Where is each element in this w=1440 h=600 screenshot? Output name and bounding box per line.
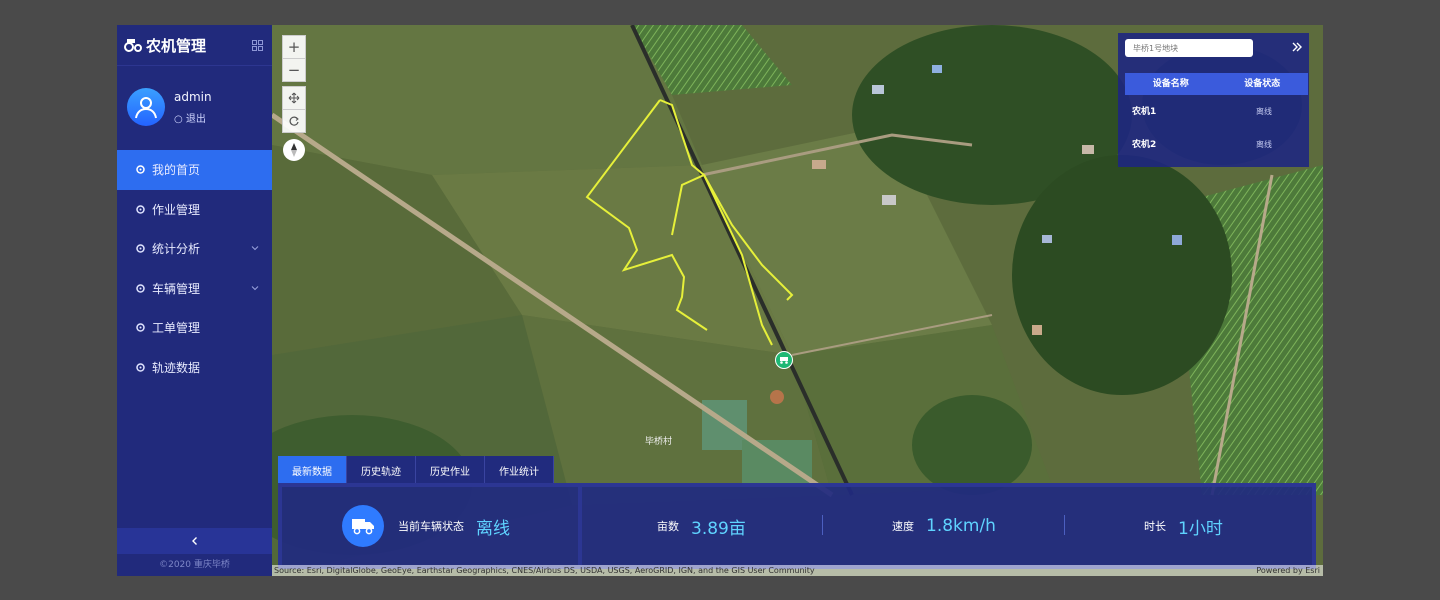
menu-item-vehicles[interactable]: 车辆管理 xyxy=(117,269,272,309)
device-table-header: 设备名称 设备状态 xyxy=(1125,73,1308,95)
rotate-button[interactable] xyxy=(282,109,306,133)
copyright: ©2020 重庆毕桥 xyxy=(159,560,230,570)
chevron-down-icon xyxy=(251,246,259,251)
tab-job-statistics[interactable]: 作业统计 xyxy=(485,456,554,484)
device-status: 离线 xyxy=(1256,107,1272,116)
status-segment: 当前车辆状态 离线 xyxy=(342,487,510,565)
tab-history-track[interactable]: 历史轨迹 xyxy=(347,456,416,484)
menu-item-track-data[interactable]: 轨迹数据 xyxy=(117,348,272,388)
duration-segment: 时长 1小时 xyxy=(1144,487,1223,565)
user-icon xyxy=(135,97,157,119)
chevron-down-icon xyxy=(251,285,259,290)
truck-icon xyxy=(342,505,384,547)
menu-item-jobs[interactable]: 作业管理 xyxy=(117,190,272,230)
tab-history-jobs[interactable]: 历史作业 xyxy=(416,456,485,484)
area-label: 亩数 xyxy=(657,520,679,533)
brand: 农机管理 xyxy=(117,25,272,66)
tractor-logo-icon xyxy=(124,39,142,52)
menu-item-statistics[interactable]: 统计分析 xyxy=(117,229,272,269)
sidebar: 农机管理 admin ○ 退出 我的首页 作业管理 统计分析 车辆管理 工单管理… xyxy=(117,25,272,576)
speed-segment: 速度 1.8km/h xyxy=(892,487,996,565)
grid-icon[interactable] xyxy=(252,40,263,51)
collapse-sidebar-button[interactable] xyxy=(117,528,272,554)
area-value: 3.89亩 xyxy=(691,518,746,539)
sidebar-menu: 我的首页 作业管理 统计分析 车辆管理 工单管理 轨迹数据 xyxy=(117,150,272,387)
menu-item-work-orders[interactable]: 工单管理 xyxy=(117,308,272,348)
divider xyxy=(1064,515,1065,535)
tab-latest-data[interactable]: 最新数据 xyxy=(278,456,347,484)
attribution-powered: Powered by Esri xyxy=(1256,566,1320,575)
chevron-left-icon xyxy=(191,537,197,545)
rotate-icon xyxy=(289,116,299,126)
vehicle-marker[interactable] xyxy=(775,351,793,369)
user-profile: admin ○ 退出 xyxy=(117,66,272,148)
username: admin xyxy=(174,89,212,104)
map-attribution: Source: Esri, DigitalGlobe, GeoEye, Eart… xyxy=(272,565,1323,576)
vehicle-info-bar: 当前车辆状态 离线 亩数 3.89亩 速度 1.8km/h 时长 1小时 xyxy=(278,483,1316,569)
double-chevron-right-icon[interactable] xyxy=(1291,41,1303,53)
place-label: 毕桥村 xyxy=(645,437,673,447)
zoom-out-button[interactable]: − xyxy=(282,58,306,82)
status-label: 当前车辆状态 xyxy=(398,520,464,533)
gear-icon xyxy=(136,284,145,293)
pan-button[interactable] xyxy=(282,86,306,110)
compass-icon xyxy=(291,143,297,157)
device-row[interactable]: 农机2 离线 xyxy=(1125,130,1308,160)
menu-item-home[interactable]: 我的首页 xyxy=(117,150,272,190)
compass-button[interactable] xyxy=(283,139,305,161)
duration-value: 1小时 xyxy=(1178,518,1223,539)
power-icon: ○ xyxy=(174,113,183,125)
device-panel: 设备名称 设备状态 农机1 离线 农机2 离线 xyxy=(1118,33,1309,167)
gear-icon xyxy=(136,165,145,174)
column-device-status: 设备状态 xyxy=(1244,79,1281,89)
tractor-icon xyxy=(780,357,788,364)
device-row[interactable]: 农机1 离线 xyxy=(1125,97,1308,127)
device-status: 离线 xyxy=(1256,140,1272,149)
device-name: 农机2 xyxy=(1132,140,1157,150)
column-device-name: 设备名称 xyxy=(1152,79,1189,89)
logout-link[interactable]: ○ 退出 xyxy=(174,110,212,125)
speed-label: 速度 xyxy=(892,520,914,533)
app-window: 农机管理 admin ○ 退出 我的首页 作业管理 统计分析 车辆管理 工单管理… xyxy=(117,25,1323,576)
satellite-map[interactable]: 毕桥村 + − 设备名称 设备状态 农机1 离线 xyxy=(272,25,1323,576)
segment-divider xyxy=(578,487,582,565)
device-search-input[interactable] xyxy=(1125,39,1253,57)
attribution-source: Source: Esri, DigitalGlobe, GeoEye, Eart… xyxy=(274,566,815,575)
app-title: 农机管理 xyxy=(146,36,207,55)
status-value: 离线 xyxy=(476,518,510,539)
divider xyxy=(822,515,823,535)
gear-icon xyxy=(136,244,145,253)
move-icon xyxy=(288,92,300,104)
data-tabs: 最新数据 历史轨迹 历史作业 作业统计 xyxy=(278,456,554,484)
gear-icon xyxy=(136,205,145,214)
device-name: 农机1 xyxy=(1132,107,1157,117)
zoom-in-button[interactable]: + xyxy=(282,35,306,59)
speed-value: 1.8km/h xyxy=(926,516,996,536)
area-segment: 亩数 3.89亩 xyxy=(657,487,746,565)
gear-icon xyxy=(136,323,145,332)
duration-label: 时长 xyxy=(1144,520,1166,533)
avatar[interactable] xyxy=(127,88,165,126)
gear-icon xyxy=(136,363,145,372)
